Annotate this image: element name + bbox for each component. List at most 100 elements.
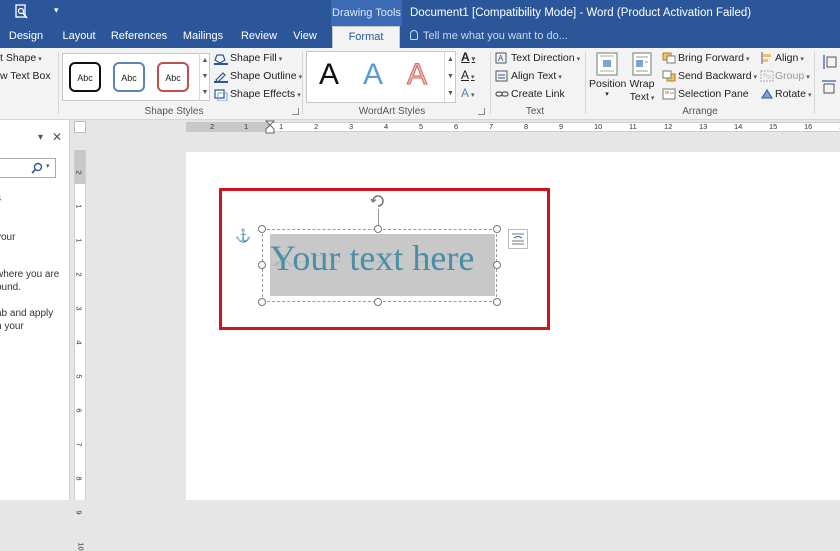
shape-style-red[interactable]: Abc [157, 62, 189, 92]
group-label: Group [775, 70, 805, 82]
resize-handle-e[interactable] [493, 261, 501, 269]
tab-selector[interactable] [74, 121, 86, 133]
shape-outline-button[interactable]: Shape Outline ▾ [230, 70, 302, 82]
scroll-down-icon[interactable]: ▼ [445, 68, 456, 85]
bring-forward-button[interactable]: Bring Forward ▾ [678, 52, 749, 64]
ruler-number: 6 [454, 122, 459, 131]
position-caret-icon[interactable]: ▾ [602, 90, 612, 98]
search-options-icon[interactable]: ▾ [46, 162, 50, 170]
wrap-text-label-1[interactable]: Wrap [626, 78, 658, 90]
resize-handle-ne[interactable] [493, 225, 501, 233]
wordart-launcher-icon[interactable] [478, 108, 485, 115]
shape-fill-button[interactable]: Shape Fill ▾ [230, 52, 282, 64]
rotate-button[interactable]: Rotate ▾ [775, 88, 811, 100]
nav-help-line: where you are [0, 269, 60, 280]
selection-pane-button[interactable]: Selection Pane [678, 88, 749, 100]
bring-forward-icon [662, 52, 676, 64]
tab-mailings[interactable]: Mailings [178, 26, 228, 48]
customize-qat-icon[interactable]: ▾ [54, 5, 59, 16]
close-icon[interactable]: ✕ [52, 130, 62, 144]
create-link-button[interactable]: Create Link [511, 88, 565, 100]
ruler-number: 6 [74, 408, 84, 413]
horizontal-ruler[interactable]: 21123456789101112131415161718 [86, 120, 840, 134]
tab-design[interactable]: Design [4, 26, 48, 48]
resize-handle-n[interactable] [374, 225, 382, 233]
tab-layout[interactable]: Layout [58, 26, 100, 48]
height-icon[interactable] [821, 54, 837, 70]
tab-view[interactable]: View [288, 26, 322, 48]
search-input[interactable]: ▾ [0, 158, 56, 178]
ruler-number: 16 [804, 122, 813, 131]
tab-references[interactable]: References [110, 26, 168, 48]
ruler-number: 5 [74, 374, 84, 379]
text-direction-button[interactable]: Text Direction ▾ [511, 52, 580, 64]
shape-styles-launcher-icon[interactable] [292, 108, 299, 115]
tell-me-box[interactable]: Tell me what you want to do... [410, 26, 568, 48]
send-backward-icon [662, 70, 676, 82]
layout-options-button[interactable] [508, 229, 528, 249]
wordart-scroll[interactable]: ▲ ▼ ▼ [444, 51, 456, 103]
scroll-up-icon[interactable]: ▲ [200, 53, 210, 69]
touch-mode-icon[interactable] [14, 4, 30, 20]
scroll-up-icon[interactable]: ▲ [445, 51, 456, 68]
more-icon[interactable]: ▼ [200, 85, 210, 101]
wordart-style-black[interactable]: A [319, 58, 339, 92]
send-backward-button[interactable]: Send Backward ▾ [678, 70, 757, 82]
ruler-top-margin [75, 150, 85, 184]
document-title: Document1 [Compatibility Mode] - Word (P… [410, 7, 752, 19]
resize-handle-s[interactable] [374, 298, 382, 306]
ruler-number: 7 [74, 442, 84, 447]
draw-text-box-button[interactable]: w Text Box [0, 70, 51, 82]
group-icon [760, 70, 774, 82]
ruler-number: 8 [74, 476, 84, 481]
vertical-ruler[interactable]: 2 1 1 2 3 4 5 6 7 8 9 10 [74, 150, 86, 551]
align-text-button[interactable]: Align Text ▾ [511, 70, 562, 82]
ruler-number: 3 [74, 306, 84, 311]
resize-handle-sw[interactable] [258, 298, 266, 306]
ruler-number: 11 [629, 122, 637, 131]
ruler-number: 4 [74, 340, 84, 345]
shape-effects-button[interactable]: Shape Effects ▾ [230, 88, 301, 100]
text-direction-label: Text Direction [511, 52, 575, 64]
scroll-down-icon[interactable]: ▼ [200, 69, 210, 85]
text-direction-icon: A [495, 52, 507, 64]
rotate-icon [761, 89, 773, 99]
shape-effects-icon [214, 89, 228, 101]
shape-styles-scroll[interactable]: ▲ ▼ ▼ [199, 53, 210, 101]
tab-format[interactable]: Format [332, 26, 400, 48]
nav-help-line: ound. [0, 282, 22, 293]
arrange-group-label: Arrange [682, 106, 718, 117]
position-button[interactable]: Position [589, 78, 626, 90]
width-icon[interactable] [821, 78, 837, 94]
ribbon: t Shape ▾ w Text Box Abc Abc Abc ▲ ▼ ▼ Sh… [0, 48, 840, 120]
wordart-style-blue[interactable]: A [363, 58, 383, 92]
resize-handle-se[interactable] [493, 298, 501, 306]
bring-forward-label: Bring Forward [678, 52, 744, 64]
group-button[interactable]: Group ▾ [775, 70, 810, 82]
pane-options-icon[interactable]: ▾ [38, 132, 43, 143]
group-separator [302, 52, 303, 114]
wordart-style-red[interactable]: A [406, 58, 427, 92]
resize-handle-w[interactable] [258, 261, 266, 269]
edit-shape-button[interactable]: t Shape ▾ [0, 52, 42, 64]
resize-handle-nw[interactable] [258, 225, 266, 233]
indent-marker-icon[interactable] [265, 120, 275, 134]
wrap-text-button[interactable]: Text ▾ [624, 91, 660, 103]
rotate-handle-icon[interactable] [370, 193, 386, 209]
navigation-pane: ▾ ✕ ▾ s your where you are ound. ab and … [0, 120, 70, 500]
rotate-label: Rotate [775, 88, 806, 100]
text-outline-icon[interactable]: A ▾ [461, 68, 475, 82]
align-button[interactable]: Align ▾ [775, 52, 804, 64]
group-separator [490, 52, 491, 114]
anchor-icon[interactable]: ⚓ [235, 228, 251, 244]
lightbulb-icon [410, 30, 418, 40]
text-fill-icon[interactable]: A ▾ [461, 50, 475, 64]
search-icon[interactable] [31, 162, 43, 174]
tab-review[interactable]: Review [238, 26, 280, 48]
more-icon[interactable]: ▼ [445, 85, 456, 102]
text-effects-icon[interactable]: A ▾ [461, 86, 475, 100]
text-group-label: Text [525, 106, 545, 117]
shape-style-black[interactable]: Abc [69, 62, 101, 92]
create-link-icon [495, 91, 509, 97]
shape-style-blue[interactable]: Abc [113, 62, 145, 92]
